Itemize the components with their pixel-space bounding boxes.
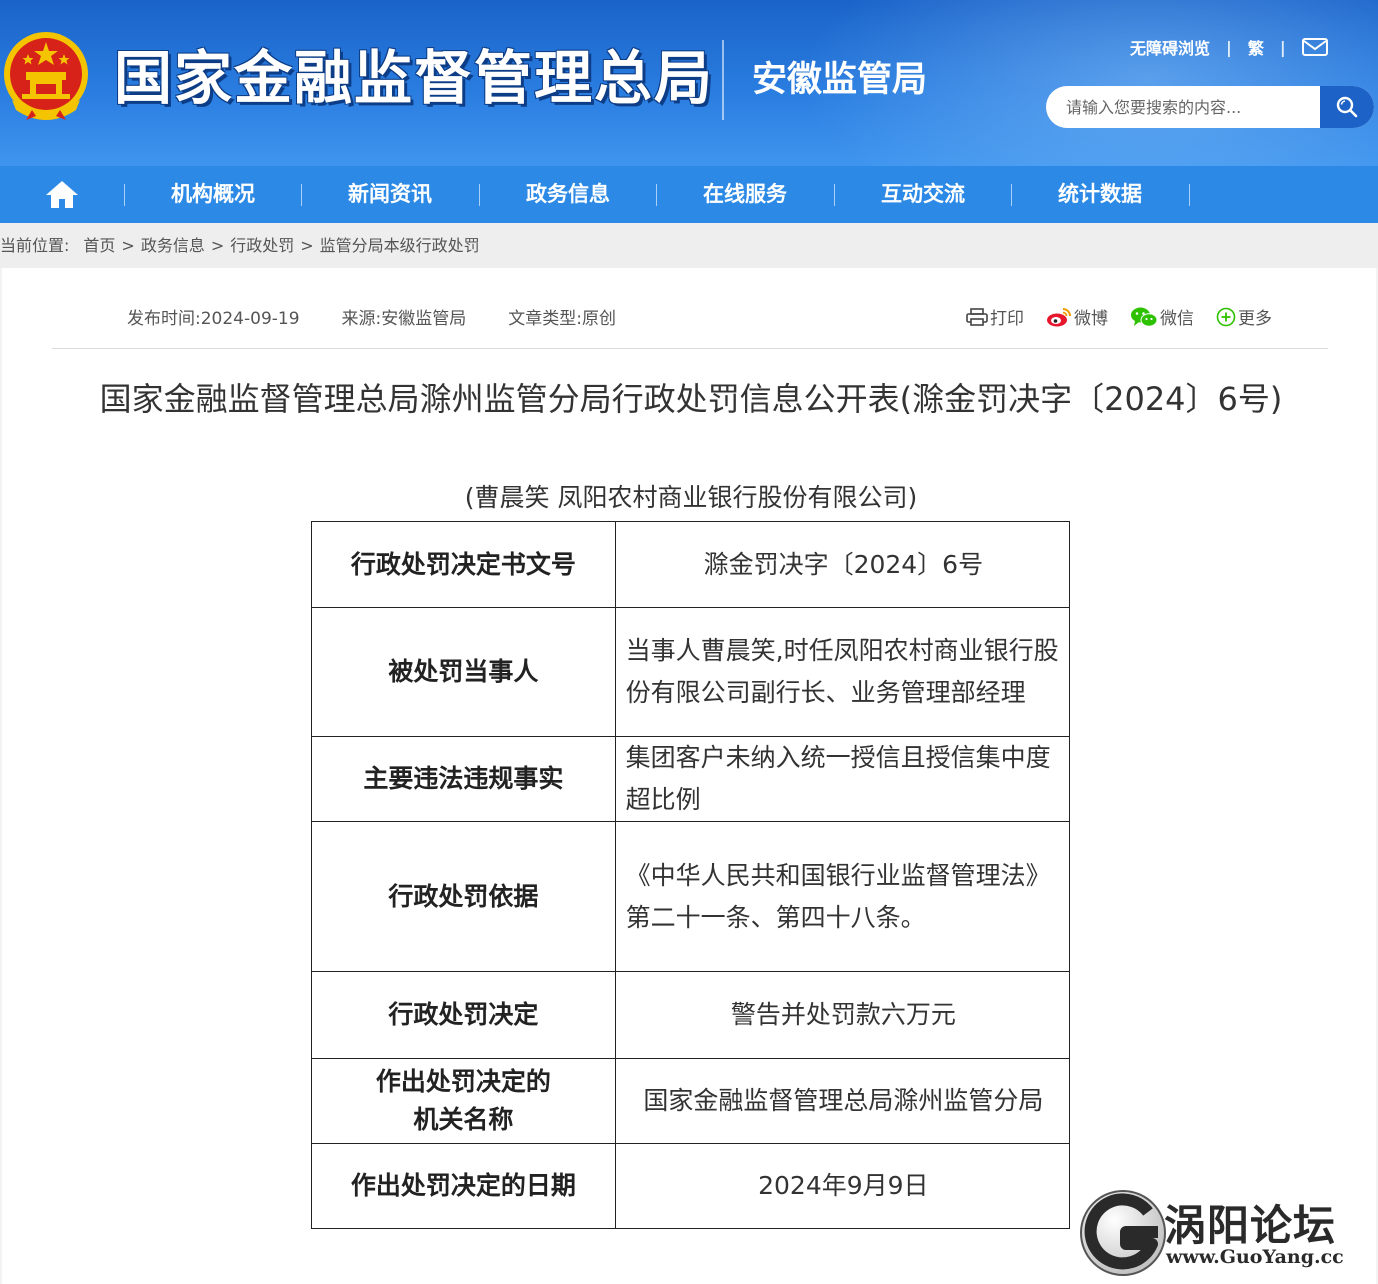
watermark-url: www.GuoYang.cc xyxy=(1166,1246,1344,1268)
row-value: 当事人曹晨笑,时任凤阳农村商业银行股份有限公司副行长、业务管理部经理 xyxy=(614,607,1071,737)
more-share-button[interactable]: 更多 xyxy=(1216,304,1272,329)
share-bar: 打印 微博 微信 更多 xyxy=(966,304,1294,329)
breadcrumb-government-info[interactable]: 政务信息 xyxy=(141,223,205,268)
row-key: 行政处罚决定书文号 xyxy=(311,521,616,608)
home-button[interactable] xyxy=(40,177,84,211)
title-divider xyxy=(722,40,724,120)
search-button[interactable] xyxy=(1320,86,1374,128)
nav-item-statistics[interactable]: 统计数据 xyxy=(1012,166,1188,223)
mail-icon[interactable] xyxy=(1301,38,1328,56)
penalty-info-table: 行政处罚决定书文号 滁金罚决字〔2024〕6号 被处罚当事人 当事人曹晨笑,时任… xyxy=(311,521,1071,1229)
row-value: 滁金罚决字〔2024〕6号 xyxy=(614,521,1071,608)
guoyang-logo-icon xyxy=(1080,1190,1166,1276)
row-value: 集团客户未纳入统一授信且授信集中度超比例 xyxy=(614,736,1071,822)
article-source: 来源:安徽监管局 xyxy=(341,309,467,329)
plus-circle-icon xyxy=(1216,307,1236,326)
weibo-share-button[interactable]: 微博 xyxy=(1046,304,1108,329)
traditional-chinese-link[interactable]: 繁 xyxy=(1248,35,1264,59)
printer-icon xyxy=(966,307,988,326)
print-label: 打印 xyxy=(990,309,1024,329)
row-value: 国家金融监督管理总局滁州监管分局 xyxy=(614,1058,1071,1144)
table-row: 行政处罚决定 警告并处罚款六万元 xyxy=(311,971,1071,1059)
breadcrumb-separator: > xyxy=(121,236,135,255)
nav-item-government-info[interactable]: 政务信息 xyxy=(480,166,656,223)
row-key: 主要违法违规事实 xyxy=(311,736,616,822)
forum-watermark: 涡阳论坛 www.GuoYang.cc xyxy=(1078,1188,1374,1278)
row-key: 作出处罚决定的日期 xyxy=(311,1143,616,1229)
meta-divider xyxy=(52,348,1328,349)
search-box xyxy=(1046,86,1374,128)
breadcrumb-home[interactable]: 首页 xyxy=(83,223,115,268)
breadcrumb-administrative-penalty[interactable]: 行政处罚 xyxy=(230,223,294,268)
more-label: 更多 xyxy=(1238,309,1272,329)
breadcrumb-bar: 当前位置: 首页 > 政务信息 > 行政处罚 > 监管分局本级行政处罚 xyxy=(0,223,1378,268)
table-row: 被处罚当事人 当事人曹晨笑,时任凤阳农村商业银行股份有限公司副行长、业务管理部经… xyxy=(311,607,1071,737)
print-button[interactable]: 打印 xyxy=(966,304,1024,329)
table-row: 主要违法违规事实 集团客户未纳入统一授信且授信集中度超比例 xyxy=(311,736,1071,822)
main-nav: 机构概况 新闻资讯 政务信息 在线服务 互动交流 统计数据 xyxy=(0,166,1378,223)
table-caption: (曹晨笑 凤阳农村商业银行股份有限公司) xyxy=(464,483,918,512)
row-value: 《中华人民共和国银行业监督管理法》第二十一条、第四十八条。 xyxy=(614,821,1071,972)
nav-separator xyxy=(1189,184,1190,206)
breadcrumb-separator: > xyxy=(210,236,225,255)
national-emblem-icon xyxy=(4,32,88,120)
link-separator: | xyxy=(1279,37,1286,57)
table-row: 作出处罚决定的机关名称 国家金融监督管理总局滁州监管分局 xyxy=(311,1058,1071,1144)
wechat-icon xyxy=(1131,307,1158,327)
weibo-label: 微博 xyxy=(1074,309,1108,329)
row-value: 2024年9月9日 xyxy=(614,1143,1071,1229)
search-icon xyxy=(1336,96,1358,118)
accessible-browse-link[interactable]: 无障碍浏览 xyxy=(1130,35,1210,59)
breadcrumb-label: 当前位置: xyxy=(0,236,70,255)
wechat-label: 微信 xyxy=(1160,309,1194,329)
nav-item-interaction[interactable]: 互动交流 xyxy=(835,166,1011,223)
breadcrumb-separator: > xyxy=(300,236,314,255)
watermark-name: 涡阳论坛 xyxy=(1164,1201,1337,1250)
site-header: 国家金融监督管理总局 安徽监管局 无障碍浏览 | 繁 | xyxy=(0,0,1378,166)
breadcrumb-branch-penalty[interactable]: 监管分局本级行政处罚 xyxy=(320,223,480,268)
article-content: 发布时间:2024-09-19 来源:安徽监管局 文章类型:原创 打印 微博 微… xyxy=(0,268,1378,1284)
top-links: 无障碍浏览 | 繁 | xyxy=(1130,34,1328,60)
row-key: 被处罚当事人 xyxy=(311,607,616,737)
article-title: 国家金融监督管理总局滁州监管分局行政处罚信息公开表(滁金罚决字〔2024〕6号) xyxy=(99,380,1283,418)
row-key: 行政处罚决定 xyxy=(311,971,616,1059)
nav-item-org-overview[interactable]: 机构概况 xyxy=(125,166,301,223)
nav-item-online-service[interactable]: 在线服务 xyxy=(657,166,833,223)
sub-title: 安徽监管局 xyxy=(752,60,928,100)
link-separator: | xyxy=(1226,37,1232,57)
row-key: 行政处罚依据 xyxy=(311,821,616,972)
home-icon xyxy=(46,181,78,208)
breadcrumb: 当前位置: 首页 > 政务信息 > 行政处罚 > 监管分局本级行政处罚 xyxy=(0,223,480,268)
article-type: 文章类型:原创 xyxy=(508,309,616,329)
search-input[interactable] xyxy=(1046,86,1320,128)
site-title: 国家金融监督管理总局 xyxy=(114,44,715,112)
table-row: 行政处罚依据 《中华人民共和国银行业监督管理法》第二十一条、第四十八条。 xyxy=(311,821,1071,972)
table-row: 作出处罚决定的日期 2024年9月9日 xyxy=(311,1143,1071,1229)
row-key: 作出处罚决定的机关名称 xyxy=(311,1058,616,1144)
article-meta: 发布时间:2024-09-19 来源:安徽监管局 文章类型:原创 xyxy=(127,304,658,329)
publish-time: 发布时间:2024-09-19 xyxy=(127,309,300,329)
table-row: 行政处罚决定书文号 滁金罚决字〔2024〕6号 xyxy=(311,521,1071,608)
wechat-share-button[interactable]: 微信 xyxy=(1130,304,1194,329)
weibo-icon xyxy=(1047,307,1071,326)
nav-item-news[interactable]: 新闻资讯 xyxy=(302,166,478,223)
row-value: 警告并处罚款六万元 xyxy=(614,971,1071,1059)
